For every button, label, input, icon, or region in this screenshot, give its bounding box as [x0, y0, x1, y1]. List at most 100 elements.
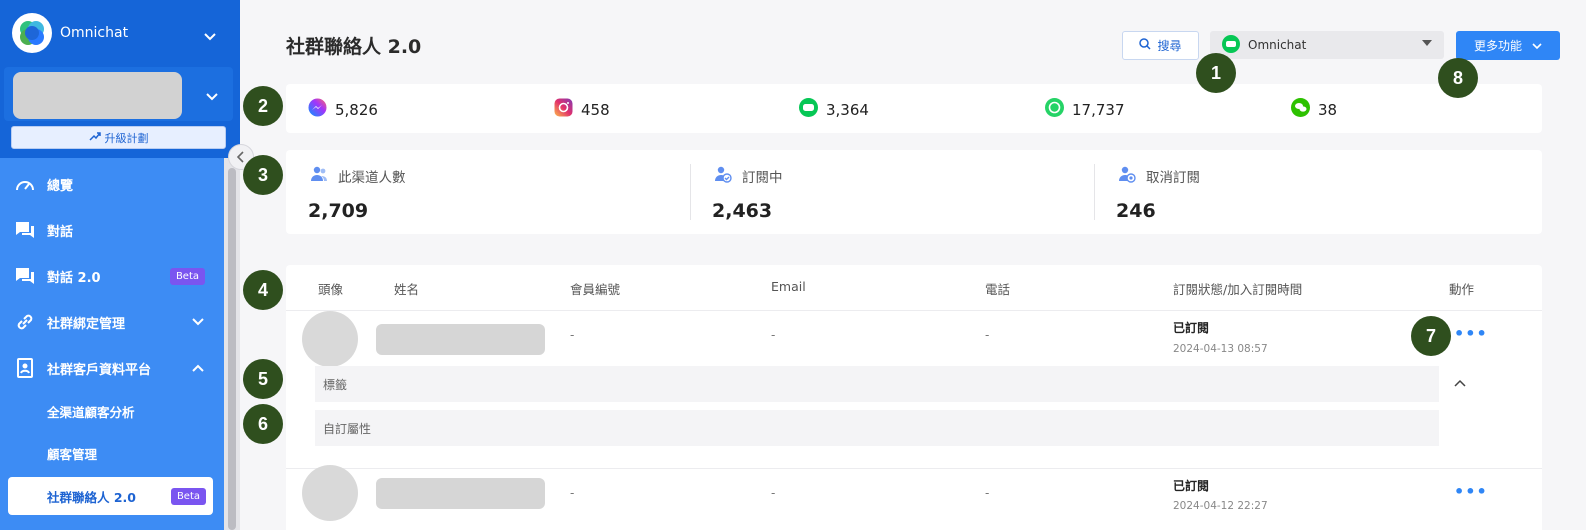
chevron-up-icon[interactable] — [1454, 376, 1466, 391]
sidebar-item-label: 總覽 — [47, 178, 74, 194]
caret-down-icon — [1422, 40, 1432, 46]
sidebar-subitem-label: 社群聯絡人 2.0 — [47, 489, 136, 505]
chevron-left-icon — [237, 151, 244, 163]
chevron-down-icon[interactable] — [204, 26, 216, 45]
column-header-subscription: 訂閱狀態/加入訂閱時間 — [1173, 282, 1303, 297]
line-icon — [799, 98, 818, 121]
sidebar-item-social-binding[interactable]: 社群綁定管理 — [0, 302, 224, 342]
brand-name: Omnichat — [60, 25, 129, 41]
contact-name-placeholder[interactable] — [376, 478, 545, 509]
chevron-down-icon[interactable] — [206, 86, 218, 105]
more-features-button[interactable]: 更多功能 — [1456, 31, 1560, 60]
line-stat: 3,364 — [799, 98, 869, 121]
messenger-stat: 5,826 — [308, 98, 378, 121]
stat-value: 3,364 — [826, 100, 869, 119]
trend-up-icon — [88, 131, 101, 144]
stat-label: 取消訂閱 — [1146, 170, 1200, 186]
whatsapp-icon — [1045, 98, 1064, 121]
sidebar-scroll-thumb[interactable] — [228, 168, 236, 530]
custom-attributes-section[interactable]: 自訂屬性 — [315, 410, 1439, 446]
annotation-badge: 7 — [1411, 316, 1451, 356]
annotation-badge: 4 — [243, 270, 283, 310]
sidebar-menu: 總覽 對話 對話 2.0 Beta 社群綁定管理 社群客戶資料平台 全渠道顧客分… — [0, 158, 224, 530]
messenger-icon — [308, 98, 327, 121]
stat-label: 此渠道人數 — [338, 170, 406, 186]
line-icon — [1222, 34, 1240, 56]
sidebar-item-label: 對話 2.0 — [47, 270, 101, 286]
workspace-name-placeholder — [13, 72, 182, 119]
column-header-avatar: 頭像 — [318, 282, 344, 297]
stat-label: 訂閱中 — [742, 170, 783, 186]
sidebar-item-label: 對話 — [47, 224, 74, 240]
avatar — [302, 311, 358, 367]
stat-value: 246 — [1116, 200, 1156, 222]
tags-label: 標籤 — [323, 377, 348, 392]
search-label: 搜尋 — [1157, 39, 1182, 53]
beta-badge: Beta — [170, 487, 206, 505]
more-actions-icon[interactable]: ••• — [1454, 482, 1488, 501]
chevron-down-icon — [1532, 39, 1542, 53]
stat-value: 38 — [1318, 100, 1338, 119]
more-actions-icon[interactable]: ••• — [1454, 324, 1488, 343]
sidebar-subitem-label: 顧客管理 — [47, 446, 98, 462]
sidebar-subitem-label: 全渠道顧客分析 — [47, 404, 135, 420]
sidebar-item-label: 社群客戶資料平台 — [47, 362, 152, 378]
user-check-icon — [714, 165, 732, 187]
column-header-email: Email — [771, 279, 806, 294]
annotation-badge: 6 — [243, 404, 283, 444]
search-icon — [1139, 38, 1152, 53]
subscription-status: 已訂閱 — [1173, 321, 1210, 335]
avatar — [302, 465, 358, 521]
sidebar-item-cdp[interactable]: 社群客戶資料平台 — [0, 348, 224, 388]
chat-icon — [14, 265, 36, 287]
sidebar-item-overview[interactable]: 總覽 — [0, 164, 224, 204]
member-id-value: - — [570, 486, 575, 500]
contacts-icon — [14, 357, 36, 379]
wechat-stat: 38 — [1291, 98, 1337, 121]
chevron-down-icon[interactable] — [192, 315, 204, 330]
sidebar-subitem-omni-analysis[interactable]: 全渠道顧客分析 — [0, 392, 224, 430]
member-id-value: - — [570, 328, 575, 342]
divider — [286, 468, 1542, 469]
upgrade-plan-button[interactable]: 升級計劃 — [11, 126, 226, 149]
subscribed-stat: 訂閱中 2,463 — [690, 150, 1094, 234]
stat-value: 5,826 — [335, 100, 378, 119]
column-header-name: 姓名 — [394, 282, 420, 297]
stat-value: 458 — [581, 100, 610, 119]
contact-name-placeholder[interactable] — [376, 324, 545, 355]
instagram-icon — [554, 98, 573, 121]
stat-value: 2,709 — [308, 200, 369, 222]
unsubscribed-stat: 取消訂閱 246 — [1094, 150, 1498, 234]
chevron-up-icon[interactable] — [192, 361, 204, 376]
custom-attributes-label: 自訂屬性 — [323, 421, 372, 436]
workspace-selector[interactable] — [4, 67, 233, 121]
whatsapp-stat: 17,737 — [1045, 98, 1125, 121]
chat-icon — [14, 219, 36, 241]
channel-select[interactable]: Omnichat — [1210, 31, 1444, 59]
sidebar-item-chat[interactable]: 對話 — [0, 210, 224, 250]
omnichat-logo-icon — [12, 13, 52, 53]
beta-badge: Beta — [169, 267, 205, 285]
annotation-badge: 2 — [243, 86, 283, 126]
stat-value: 17,737 — [1072, 100, 1125, 119]
page-title: 社群聯絡人 2.0 — [286, 36, 422, 58]
sidebar-item-chat-2[interactable]: 對話 2.0 Beta — [0, 256, 224, 296]
column-header-phone: 電話 — [985, 282, 1011, 297]
tags-section[interactable]: 標籤 — [315, 366, 1439, 402]
user-cancel-icon — [1118, 165, 1136, 187]
email-value: - — [771, 486, 776, 500]
phone-value: - — [985, 328, 990, 342]
annotation-badge: 5 — [243, 359, 283, 399]
subscription-time: 2024-04-13 08:57 — [1173, 343, 1268, 355]
sidebar-subitem-social-contacts[interactable]: 社群聯絡人 2.0 Beta — [8, 477, 213, 515]
annotation-badge: 1 — [1196, 53, 1236, 93]
search-button[interactable]: 搜尋 — [1122, 31, 1199, 60]
people-icon — [310, 165, 328, 187]
divider — [286, 310, 1542, 311]
sidebar: Omnichat 升級計劃 總覽 對話 對話 2.0 Beta 社群綁定管理 社… — [0, 0, 240, 530]
sidebar-subitem-customer-management[interactable]: 顧客管理 — [0, 434, 224, 472]
annotation-badge: 8 — [1438, 58, 1478, 98]
subscription-time: 2024-04-12 22:27 — [1173, 500, 1268, 512]
brand[interactable]: Omnichat — [12, 13, 128, 53]
channel-people-stat: 此渠道人數 2,709 — [286, 150, 690, 234]
